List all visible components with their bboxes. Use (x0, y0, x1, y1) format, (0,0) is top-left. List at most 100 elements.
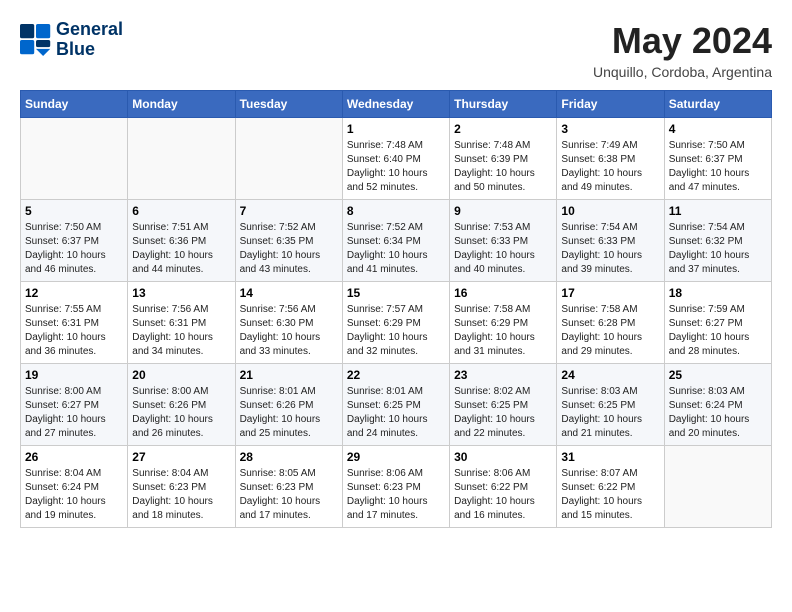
day-info: Sunrise: 7:54 AMSunset: 6:33 PMDaylight:… (561, 221, 659, 277)
calendar-cell (235, 118, 342, 200)
calendar-cell: 26 Sunrise: 8:04 AMSunset: 6:24 PMDayligh… (21, 446, 128, 528)
day-number: 8 (347, 204, 445, 218)
day-info: Sunrise: 8:06 AMSunset: 6:23 PMDaylight:… (347, 467, 445, 523)
calendar-cell: 11 Sunrise: 7:54 AMSunset: 6:32 PMDayligh… (664, 200, 771, 282)
weekday-header: Saturday (664, 91, 771, 118)
logo-text: General Blue (56, 20, 123, 60)
calendar-cell: 3 Sunrise: 7:49 AMSunset: 6:38 PMDaylight… (557, 118, 664, 200)
calendar-cell: 16 Sunrise: 7:58 AMSunset: 6:29 PMDayligh… (450, 282, 557, 364)
day-number: 14 (240, 286, 338, 300)
day-info: Sunrise: 8:01 AMSunset: 6:26 PMDaylight:… (240, 385, 338, 441)
day-info: Sunrise: 7:50 AMSunset: 6:37 PMDaylight:… (25, 221, 123, 277)
page-header: General Blue May 2024 Unquillo, Cordoba,… (20, 20, 772, 80)
day-info: Sunrise: 7:54 AMSunset: 6:32 PMDaylight:… (669, 221, 767, 277)
calendar-cell: 12 Sunrise: 7:55 AMSunset: 6:31 PMDayligh… (21, 282, 128, 364)
location: Unquillo, Cordoba, Argentina (593, 64, 772, 80)
weekday-header: Wednesday (342, 91, 449, 118)
calendar-cell: 13 Sunrise: 7:56 AMSunset: 6:31 PMDayligh… (128, 282, 235, 364)
weekday-header: Tuesday (235, 91, 342, 118)
day-number: 3 (561, 122, 659, 136)
calendar-cell: 19 Sunrise: 8:00 AMSunset: 6:27 PMDayligh… (21, 364, 128, 446)
calendar-cell: 4Sunrise: 7:50 AMSunset: 6:37 PMDaylight… (664, 118, 771, 200)
day-number: 25 (669, 368, 767, 382)
day-info: Sunrise: 7:52 AMSunset: 6:35 PMDaylight:… (240, 221, 338, 277)
day-number: 24 (561, 368, 659, 382)
day-info: Sunrise: 7:58 AMSunset: 6:29 PMDaylight:… (454, 303, 552, 359)
calendar-cell: 15Sunrise: 7:57 AMSunset: 6:29 PMDayligh… (342, 282, 449, 364)
month-title: May 2024 (593, 20, 772, 62)
calendar-cell: 27Sunrise: 8:04 AMSunset: 6:23 PMDayligh… (128, 446, 235, 528)
calendar-cell: 23 Sunrise: 8:02 AMSunset: 6:25 PMDayligh… (450, 364, 557, 446)
day-info: Sunrise: 8:00 AMSunset: 6:27 PMDaylight:… (25, 385, 123, 441)
weekday-row: SundayMondayTuesdayWednesdayThursdayFrid… (21, 91, 772, 118)
calendar-table: SundayMondayTuesdayWednesdayThursdayFrid… (20, 90, 772, 528)
calendar-cell: 8 Sunrise: 7:52 AMSunset: 6:34 PMDaylight… (342, 200, 449, 282)
day-number: 28 (240, 450, 338, 464)
calendar-cell (128, 118, 235, 200)
day-number: 20 (132, 368, 230, 382)
day-number: 10 (561, 204, 659, 218)
day-info: Sunrise: 8:05 AMSunset: 6:23 PMDaylight:… (240, 467, 338, 523)
logo: General Blue (20, 20, 123, 60)
day-info: Sunrise: 7:50 AMSunset: 6:37 PMDaylight:… (669, 139, 767, 195)
day-number: 19 (25, 368, 123, 382)
day-number: 29 (347, 450, 445, 464)
day-number: 27 (132, 450, 230, 464)
day-number: 26 (25, 450, 123, 464)
day-number: 16 (454, 286, 552, 300)
day-info: Sunrise: 7:55 AMSunset: 6:31 PMDaylight:… (25, 303, 123, 359)
day-number: 18 (669, 286, 767, 300)
day-info: Sunrise: 7:53 AMSunset: 6:33 PMDaylight:… (454, 221, 552, 277)
day-info: Sunrise: 7:51 AMSunset: 6:36 PMDaylight:… (132, 221, 230, 277)
calendar-cell: 30Sunrise: 8:06 AMSunset: 6:22 PMDayligh… (450, 446, 557, 528)
calendar-cell: 17Sunrise: 7:58 AMSunset: 6:28 PMDayligh… (557, 282, 664, 364)
day-number: 22 (347, 368, 445, 382)
weekday-header: Thursday (450, 91, 557, 118)
calendar-week-row: 5Sunrise: 7:50 AMSunset: 6:37 PMDaylight… (21, 200, 772, 282)
calendar-cell: 31Sunrise: 8:07 AMSunset: 6:22 PMDayligh… (557, 446, 664, 528)
day-info: Sunrise: 7:57 AMSunset: 6:29 PMDaylight:… (347, 303, 445, 359)
calendar-cell: 7 Sunrise: 7:52 AMSunset: 6:35 PMDaylight… (235, 200, 342, 282)
day-number: 13 (132, 286, 230, 300)
calendar-week-row: 26 Sunrise: 8:04 AMSunset: 6:24 PMDayligh… (21, 446, 772, 528)
calendar-cell: 21Sunrise: 8:01 AMSunset: 6:26 PMDayligh… (235, 364, 342, 446)
calendar-cell (21, 118, 128, 200)
day-info: Sunrise: 7:48 AMSunset: 6:40 PMDaylight:… (347, 139, 445, 195)
day-info: Sunrise: 7:48 AMSunset: 6:39 PMDaylight:… (454, 139, 552, 195)
day-info: Sunrise: 8:02 AMSunset: 6:25 PMDaylight:… (454, 385, 552, 441)
calendar-cell: 6 Sunrise: 7:51 AMSunset: 6:36 PMDaylight… (128, 200, 235, 282)
logo-line1: General (56, 20, 123, 40)
day-number: 7 (240, 204, 338, 218)
logo-icon (20, 24, 52, 56)
day-info: Sunrise: 7:56 AMSunset: 6:31 PMDaylight:… (132, 303, 230, 359)
day-info: Sunrise: 8:07 AMSunset: 6:22 PMDaylight:… (561, 467, 659, 523)
weekday-header: Monday (128, 91, 235, 118)
day-number: 11 (669, 204, 767, 218)
day-info: Sunrise: 8:04 AMSunset: 6:24 PMDaylight:… (25, 467, 123, 523)
day-number: 30 (454, 450, 552, 464)
day-info: Sunrise: 8:01 AMSunset: 6:25 PMDaylight:… (347, 385, 445, 441)
calendar-cell: 28 Sunrise: 8:05 AMSunset: 6:23 PMDayligh… (235, 446, 342, 528)
calendar-cell: 2 Sunrise: 7:48 AMSunset: 6:39 PMDaylight… (450, 118, 557, 200)
day-number: 17 (561, 286, 659, 300)
calendar-cell: 10 Sunrise: 7:54 AMSunset: 6:33 PMDayligh… (557, 200, 664, 282)
calendar-cell: 18 Sunrise: 7:59 AMSunset: 6:27 PMDayligh… (664, 282, 771, 364)
calendar-cell: 5Sunrise: 7:50 AMSunset: 6:37 PMDaylight… (21, 200, 128, 282)
day-number: 2 (454, 122, 552, 136)
day-info: Sunrise: 8:00 AMSunset: 6:26 PMDaylight:… (132, 385, 230, 441)
calendar-cell: 29 Sunrise: 8:06 AMSunset: 6:23 PMDayligh… (342, 446, 449, 528)
logo-line2: Blue (56, 40, 123, 60)
calendar-cell: 22 Sunrise: 8:01 AMSunset: 6:25 PMDayligh… (342, 364, 449, 446)
calendar-header: SundayMondayTuesdayWednesdayThursdayFrid… (21, 91, 772, 118)
day-number: 12 (25, 286, 123, 300)
day-info: Sunrise: 7:52 AMSunset: 6:34 PMDaylight:… (347, 221, 445, 277)
day-info: Sunrise: 8:03 AMSunset: 6:25 PMDaylight:… (561, 385, 659, 441)
day-number: 23 (454, 368, 552, 382)
title-area: May 2024 Unquillo, Cordoba, Argentina (593, 20, 772, 80)
day-info: Sunrise: 7:59 AMSunset: 6:27 PMDaylight:… (669, 303, 767, 359)
calendar-cell: 14Sunrise: 7:56 AMSunset: 6:30 PMDayligh… (235, 282, 342, 364)
day-info: Sunrise: 7:49 AMSunset: 6:38 PMDaylight:… (561, 139, 659, 195)
day-number: 6 (132, 204, 230, 218)
day-number: 1 (347, 122, 445, 136)
calendar-week-row: 12 Sunrise: 7:55 AMSunset: 6:31 PMDayligh… (21, 282, 772, 364)
